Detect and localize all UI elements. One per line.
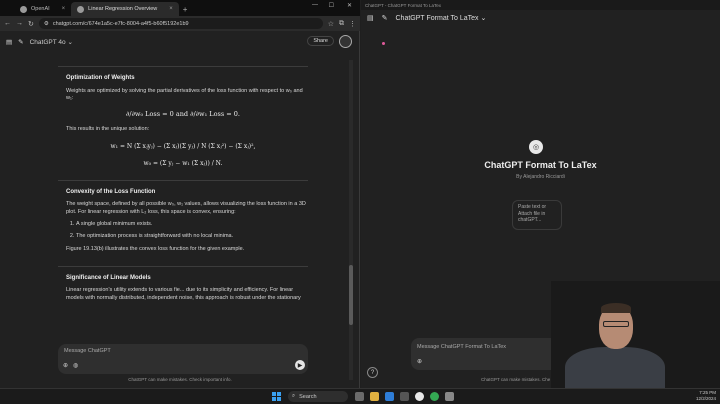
tab-bar: OpenAI × Linear Regression Overview × + … (0, 0, 360, 16)
left-browser-window: OpenAI × Linear Regression Overview × + … (0, 0, 360, 388)
gpt-name: ChatGPT Format To LaTex (484, 160, 597, 170)
new-chat-icon[interactable]: ✎ (382, 14, 388, 22)
attach-icon[interactable]: ⊕ (63, 362, 68, 369)
sidebar-toggle-icon[interactable]: ▤ (367, 14, 374, 22)
avatar[interactable] (339, 35, 352, 48)
conversation-starter[interactable]: Paste text or Attach file in chatGPT... (512, 200, 562, 230)
chrome-icon[interactable] (430, 392, 439, 401)
share-button[interactable]: Share (307, 36, 334, 46)
close-icon[interactable]: × (62, 6, 66, 12)
tab-linear-regression[interactable]: Linear Regression Overview × (71, 2, 179, 16)
taskbar-search[interactable]: ⌕ Search (288, 391, 348, 402)
task-view-icon[interactable] (355, 392, 364, 401)
person-hair (601, 303, 631, 313)
desktop: OpenAI × Linear Regression Overview × + … (0, 0, 720, 404)
site-info-icon[interactable]: ⚙ (44, 21, 49, 27)
menu-icon[interactable]: ⋮ (349, 20, 356, 28)
model-selector[interactable]: ChatGPT 4o ⌄ (30, 38, 73, 46)
chatgpt-app-icon[interactable] (415, 392, 424, 401)
close-icon[interactable]: × (169, 6, 173, 12)
url-text: chatgpt.com/c/674e1a5c-e7fc-8004-a4f5-b6… (52, 20, 189, 27)
list-item: A single global minimum exists. (76, 221, 308, 229)
equation: w₀ = (Σ yⱼ − w₁ (Σ xⱼ)) / N. (143, 159, 223, 167)
sidebar-toggle-icon[interactable]: ▤ (6, 38, 12, 46)
equation: w₁ = N (Σ xⱼyⱼ) − (Σ xⱼ)(Σ yⱼ) / N (Σ xⱼ… (110, 142, 256, 150)
message-input[interactable]: Message ChatGPT Format To LaTex (417, 344, 506, 350)
close-window-icon[interactable]: ✕ (347, 2, 352, 9)
scrollbar-thumb[interactable] (349, 265, 353, 325)
file-explorer-icon[interactable] (370, 392, 379, 401)
glasses (603, 321, 629, 327)
section-heading: Significance of Linear Models (66, 274, 151, 281)
equation: ∂/∂w₀ Loss = 0 and ∂/∂w₁ Loss = 0. (126, 109, 240, 118)
gpt-logo-icon: ◎ (529, 140, 543, 154)
divider (58, 179, 308, 181)
window-titlebar: ChatGPT - ChatGPT Format To LaTex (361, 0, 720, 10)
extensions-icon[interactable]: ⧉ (339, 20, 344, 28)
paragraph: The weight space, defined by all possibl… (66, 201, 306, 215)
chat-header: ▤ ✎ ChatGPT Format To LaTex ⌄ (367, 14, 486, 22)
section-heading: Convexity of the Loss Function (66, 188, 156, 195)
chevron-down-icon: ⌄ (480, 15, 487, 22)
webcam-overlay (551, 281, 720, 388)
list: A single global minimum exists. The opti… (76, 221, 308, 240)
gpt-author: By Alejandro Ricciardi (516, 174, 565, 180)
tab-openai[interactable]: OpenAI × (14, 2, 71, 16)
gpt-title: ChatGPT Format To LaTex (395, 15, 479, 22)
url-input[interactable]: ⚙ chatgpt.com/c/674e1a5c-e7fc-8004-a4f5-… (38, 18, 323, 29)
paragraph: Figure 19.13(b) illustrates the convex l… (66, 246, 245, 252)
chat-message: Optimization of Weights Weights are opti… (58, 62, 308, 342)
minimize-icon[interactable]: — (312, 2, 318, 8)
window-title: ChatGPT - ChatGPT Format To LaTex (365, 2, 442, 8)
section-heading: Optimization of Weights (66, 75, 135, 81)
new-tab-button[interactable]: + (179, 2, 192, 16)
chatgpt-icon (77, 5, 85, 13)
person-body (565, 347, 665, 388)
app-icon[interactable] (445, 392, 454, 401)
star-icon[interactable]: ☆ (328, 20, 334, 28)
globe-icon[interactable]: ◍ (73, 362, 78, 369)
disclaimer: ChatGPT can make mistakes. Check importa… (128, 377, 232, 382)
disclaimer: ChatGPT can make mistakes. Che (481, 377, 551, 382)
forward-icon[interactable]: → (16, 20, 23, 27)
taskbar: ⌕ Search 7:25 PM 12/2/2024 (0, 388, 720, 404)
chat-header: ▤ ✎ ChatGPT 4o ⌄ Share (0, 31, 360, 53)
clock-date: 12/2/2024 (695, 396, 716, 401)
cursor-dot (382, 42, 385, 45)
list-item: The optimization process is straightforw… (76, 233, 308, 241)
chevron-down-icon: ⌄ (67, 39, 73, 46)
maximize-icon[interactable]: ☐ (329, 2, 334, 9)
paragraph: Weights are optimized by solving the par… (66, 87, 303, 102)
new-chat-icon[interactable]: ✎ (18, 38, 23, 46)
tab-label: Linear Regression Overview (88, 6, 158, 12)
paragraph: Linear regression's utility extends to v… (66, 287, 301, 301)
openai-icon (20, 5, 27, 13)
gpt-selector[interactable]: ChatGPT Format To LaTex ⌄ (396, 14, 487, 22)
edge-icon[interactable] (385, 392, 394, 401)
message-input[interactable]: Message ChatGPT (64, 348, 111, 354)
back-icon[interactable]: ← (4, 20, 11, 27)
voice-button[interactable]: ▶ (295, 360, 305, 370)
divider (58, 265, 308, 267)
scrollbar[interactable] (349, 60, 353, 380)
model-label: ChatGPT 4o (29, 39, 66, 46)
divider (58, 66, 308, 67)
attach-icon[interactable]: ⊕ (417, 358, 422, 365)
address-bar: ← → ↻ ⚙ chatgpt.com/c/674e1a5c-e7fc-8004… (0, 16, 360, 31)
search-icon: ⌕ (292, 393, 296, 399)
reload-icon[interactable]: ↻ (28, 20, 34, 28)
app-icon[interactable] (400, 392, 409, 401)
system-clock[interactable]: 7:25 PM 12/2/2024 (696, 390, 716, 402)
help-icon[interactable]: ? (367, 367, 378, 378)
message-composer[interactable]: Message ChatGPT ⊕ ◍ ▶ (58, 344, 308, 374)
windows-start-icon[interactable] (272, 392, 281, 401)
search-label: Search (299, 393, 317, 400)
paragraph: This results in the unique solution: (66, 126, 150, 132)
tab-label: OpenAI (31, 6, 50, 12)
